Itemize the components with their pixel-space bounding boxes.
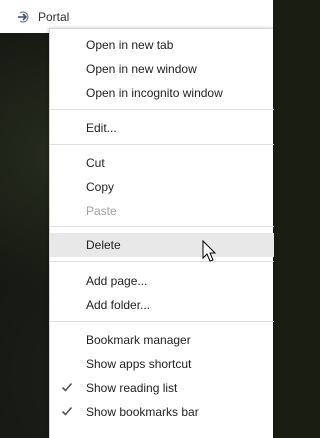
menu-item-bookmark-manager[interactable]: Bookmark manager	[50, 328, 274, 352]
menu-item-label: Delete	[86, 238, 121, 252]
menu-item-open-new-tab[interactable]: Open in new tab	[50, 33, 274, 57]
menu-item-label: Open in incognito window	[86, 86, 223, 100]
menu-item-open-new-window[interactable]: Open in new window	[50, 57, 274, 81]
bookmark-label: Portal	[38, 10, 70, 24]
menu-item-label: Cut	[86, 156, 105, 170]
checkmark-icon	[61, 406, 73, 416]
menu-separator	[50, 109, 274, 110]
menu-item-label: Show reading list	[86, 381, 178, 395]
menu-separator	[50, 321, 274, 322]
menu-item-add-folder[interactable]: Add folder...	[50, 293, 274, 317]
menu-item-label: Edit...	[86, 121, 117, 135]
checkmark-icon	[61, 382, 73, 392]
menu-item-add-page[interactable]: Add page...	[50, 269, 274, 293]
portal-favicon-icon	[18, 11, 29, 23]
menu-item-cut[interactable]: Cut	[50, 151, 274, 175]
menu-item-label: Open in new window	[86, 62, 197, 76]
menu-item-open-incognito[interactable]: Open in incognito window	[50, 81, 274, 105]
menu-item-label: Add folder...	[86, 298, 151, 312]
menu-item-show-bookmarks-bar[interactable]: Show bookmarks bar	[50, 400, 274, 424]
mouse-pointer-icon	[202, 240, 217, 262]
menu-item-delete[interactable]: Delete	[50, 233, 274, 257]
menu-item-show-apps-shortcut[interactable]: Show apps shortcut	[50, 352, 274, 376]
menu-item-label: Paste	[86, 204, 117, 218]
bookmark-item-portal[interactable]: Portal	[16, 8, 69, 26]
menu-item-label: Open in new tab	[86, 38, 174, 52]
menu-separator	[50, 144, 274, 145]
menu-item-label: Copy	[86, 180, 115, 194]
menu-item-label: Show apps shortcut	[86, 357, 192, 371]
menu-item-label: Add page...	[86, 274, 148, 288]
menu-item-label: Bookmark manager	[86, 333, 191, 347]
menu-item-label: Show bookmarks bar	[86, 405, 199, 419]
menu-item-paste[interactable]: Paste	[50, 199, 274, 223]
menu-separator	[50, 226, 274, 227]
menu-separator	[50, 261, 274, 262]
menu-item-show-reading-list[interactable]: Show reading list	[50, 376, 274, 400]
bookmark-context-menu: Open in new tab Open in new window Open …	[49, 28, 274, 438]
menu-item-copy[interactable]: Copy	[50, 175, 274, 199]
menu-item-edit[interactable]: Edit...	[50, 116, 274, 140]
